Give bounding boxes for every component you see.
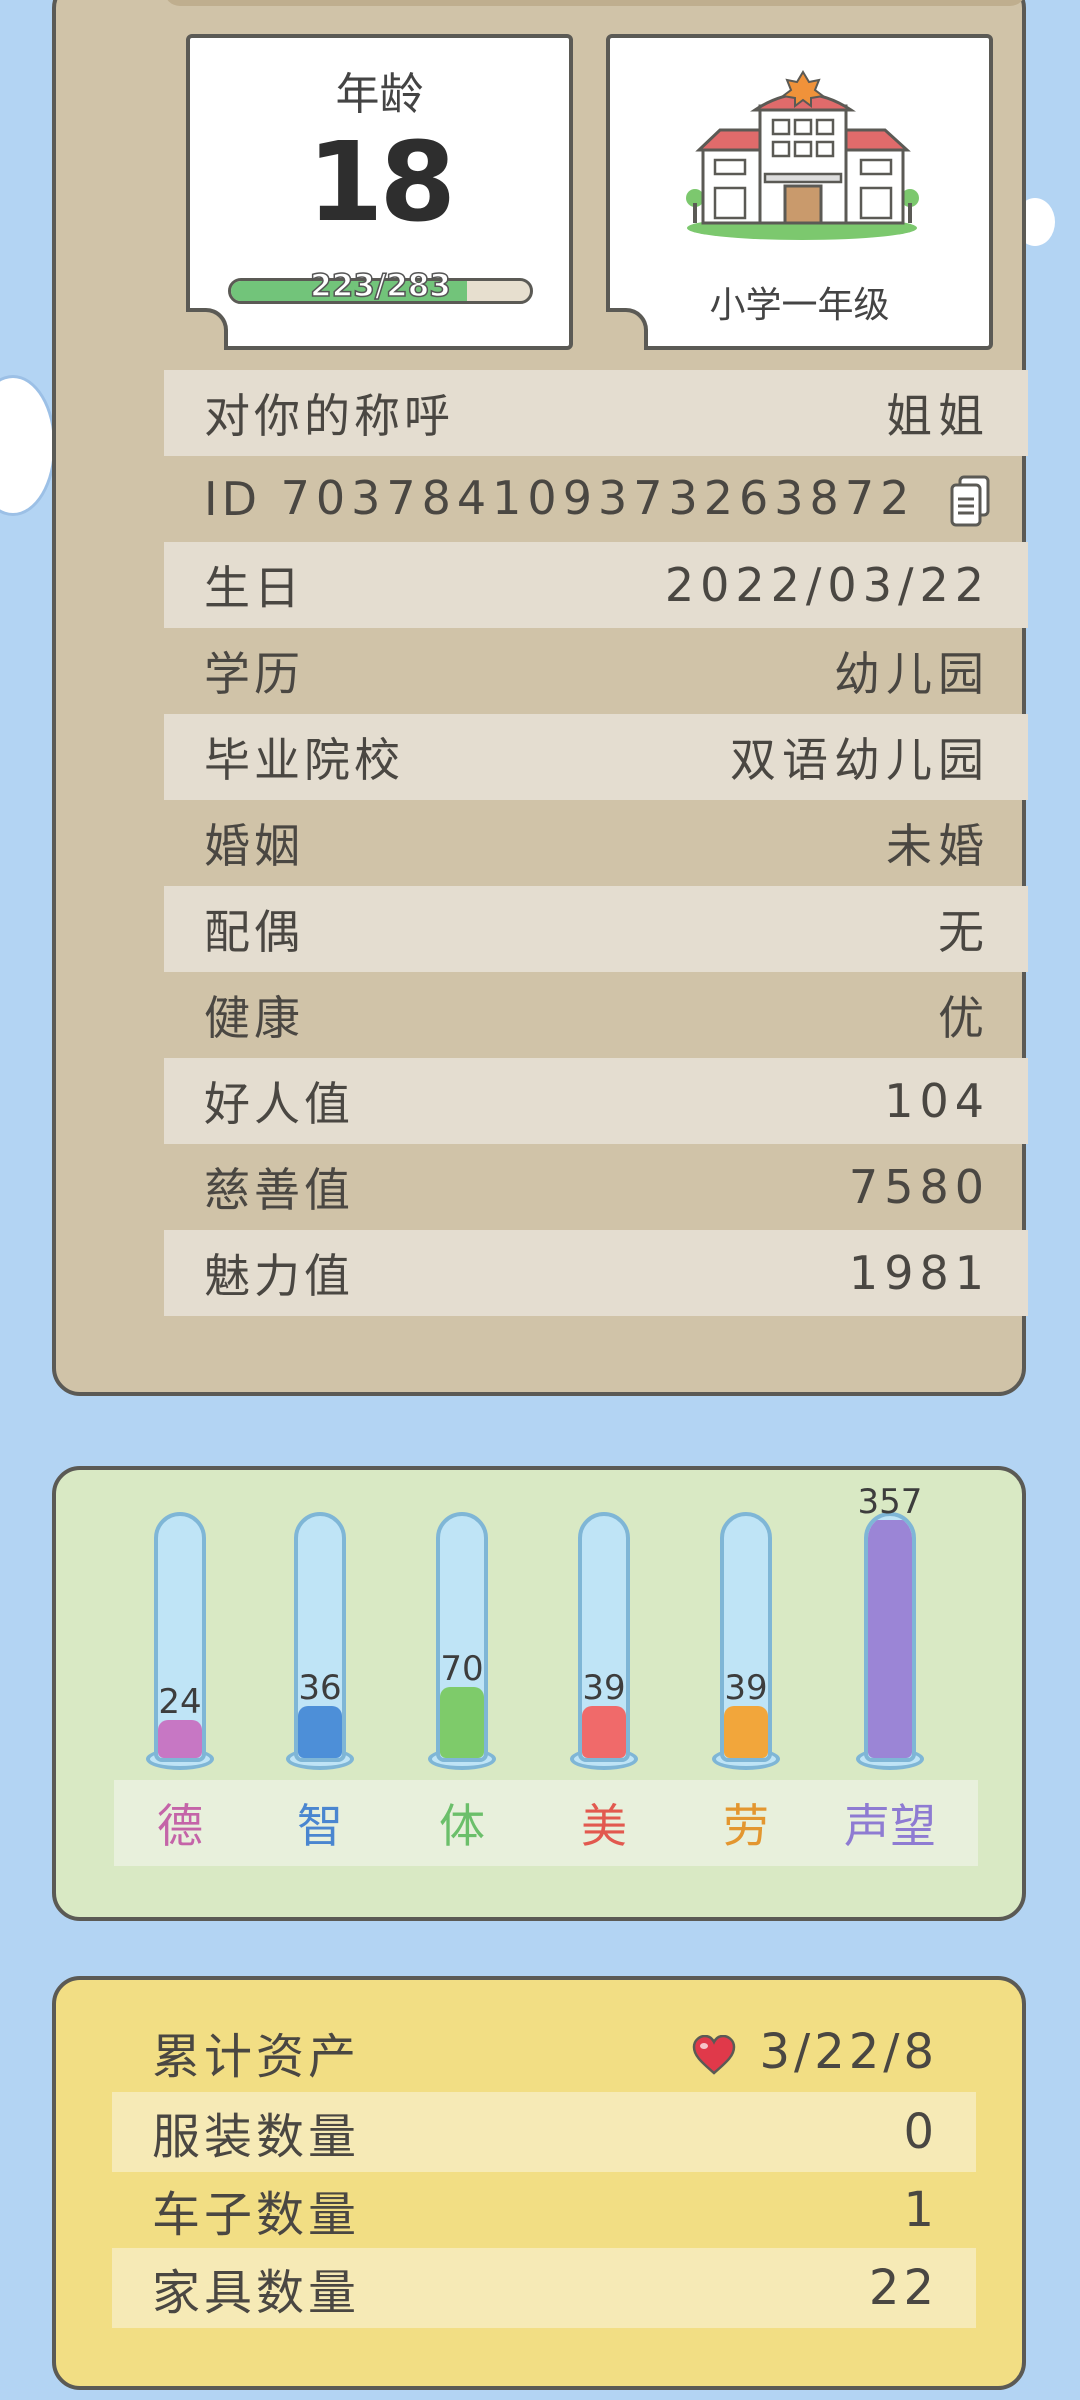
id-value: 703784109373263872 xyxy=(280,470,916,525)
age-value: 18 xyxy=(306,118,456,246)
asset-row-furniture: 家具数量 22 xyxy=(112,2248,976,2328)
info-value: 幼儿园 xyxy=(834,647,990,701)
info-value: 无 xyxy=(938,905,990,959)
stat-label: 体 xyxy=(439,1799,485,1853)
header-strip xyxy=(164,0,1026,6)
info-label: 对你的称呼 xyxy=(204,389,454,443)
info-label: 生日 xyxy=(204,561,304,615)
stat-label: 智 xyxy=(297,1799,343,1853)
info-value: 未婚 xyxy=(886,819,990,873)
info-row-nickname: 对你的称呼 姐姐 xyxy=(164,370,1028,456)
info-row-spouse: 配偶 无 xyxy=(164,886,1028,972)
stat-value: 70 xyxy=(440,1649,484,1689)
copy-icon[interactable] xyxy=(950,475,990,527)
asset-value: 1 xyxy=(903,2182,938,2238)
info-value: 7580 xyxy=(848,1160,990,1214)
info-row-education: 学历 幼儿园 xyxy=(164,628,1028,714)
stat-label: 声望 xyxy=(844,1799,936,1853)
asset-label: 车子数量 xyxy=(152,2187,361,2243)
school-grade-label: 小学一年级 xyxy=(709,285,890,326)
stat-value: 36 xyxy=(298,1668,342,1708)
stat-tube xyxy=(154,1512,206,1762)
info-value: 姐姐 xyxy=(886,389,990,443)
info-value: 104 xyxy=(884,1074,990,1128)
info-value: 双语幼儿园 xyxy=(730,733,990,787)
paper-fold xyxy=(606,308,648,350)
asset-label: 家具数量 xyxy=(152,2265,361,2321)
info-row-marriage: 婚姻 未婚 xyxy=(164,800,1028,886)
heart-icon xyxy=(692,2035,736,2075)
info-row-graduated-school: 毕业院校 双语幼儿园 xyxy=(164,714,1028,800)
paper-fold xyxy=(186,308,228,350)
stat-label: 美 xyxy=(581,1799,627,1853)
age-label: 年龄 xyxy=(335,69,424,120)
asset-label: 累计资产 xyxy=(152,2029,361,2085)
info-label: 魅力值 xyxy=(204,1249,354,1303)
info-label: 慈善值 xyxy=(204,1163,354,1217)
asset-value: 0 xyxy=(903,2104,938,2160)
school-card[interactable]: 小学一年级 xyxy=(606,34,993,350)
asset-value: 22 xyxy=(868,2260,938,2316)
info-row-health: 健康 优 xyxy=(164,972,1028,1058)
stat-tube xyxy=(436,1512,488,1762)
asset-value-group: 3/22/8 xyxy=(692,2024,938,2080)
stat-tube xyxy=(578,1512,630,1762)
stat-tube-fill xyxy=(440,1687,484,1758)
asset-row-clothing: 服装数量 0 xyxy=(112,2092,976,2172)
stat-tube-fill xyxy=(158,1720,202,1758)
info-value: 1981 xyxy=(848,1246,990,1300)
age-card: 年龄 18 223/283 xyxy=(186,34,573,350)
profile-card: 年龄 18 223/283 小学一年级 对你的称呼 姐姐 ID 70378410… xyxy=(52,0,1028,1396)
experience-text: 223/283 xyxy=(309,267,451,305)
stat-tube xyxy=(294,1512,346,1762)
stat-value: 24 xyxy=(158,1682,202,1722)
info-label: ID xyxy=(204,472,261,526)
asset-value: 3/22/8 xyxy=(759,2024,938,2080)
info-label: 毕业院校 xyxy=(204,733,404,787)
info-value: 2022/03/22 xyxy=(664,558,990,612)
stat-tube-fill xyxy=(868,1520,912,1758)
info-value: 优 xyxy=(938,991,990,1045)
stat-tube-fill xyxy=(298,1706,342,1758)
info-row-charity: 慈善值 7580 xyxy=(164,1144,1028,1230)
stat-label: 劳 xyxy=(723,1799,769,1853)
info-row-kindness: 好人值 104 xyxy=(164,1058,1028,1144)
stat-value: 357 xyxy=(857,1482,923,1522)
stat-tube-fill xyxy=(724,1706,768,1758)
asset-label: 服装数量 xyxy=(152,2109,361,2165)
info-label: 婚姻 xyxy=(204,819,304,873)
asset-card: 累计资产 3/22/8 服装数量 0 车子数量 1 家具数量 22 xyxy=(52,1976,1026,2390)
info-row-charm: 魅力值 1981 xyxy=(164,1230,1028,1316)
asset-row-cars: 车子数量 1 xyxy=(112,2170,976,2250)
info-row-birthday: 生日 2022/03/22 xyxy=(164,542,1028,628)
info-label: 健康 xyxy=(204,991,304,1045)
stat-tube xyxy=(864,1512,916,1762)
info-label: 配偶 xyxy=(204,905,304,959)
info-row-id: ID 703784109373263872 xyxy=(164,456,1028,542)
cloud-decoration xyxy=(0,375,56,516)
school-building-icon xyxy=(686,70,919,240)
info-label: 好人值 xyxy=(204,1077,354,1131)
stat-tube xyxy=(720,1512,772,1762)
info-label: 学历 xyxy=(204,647,304,701)
stats-card: 24 德 36 智 70 体 39 美 39 劳 357 声望 xyxy=(52,1466,1026,1921)
stat-label: 德 xyxy=(157,1799,203,1853)
stat-value: 39 xyxy=(582,1668,626,1708)
asset-row-total-assets: 累计资产 3/22/8 xyxy=(112,2012,976,2092)
id-value-group: 703784109373263872 xyxy=(281,471,990,528)
stat-tube-fill xyxy=(582,1706,626,1758)
stat-value: 39 xyxy=(724,1668,768,1708)
